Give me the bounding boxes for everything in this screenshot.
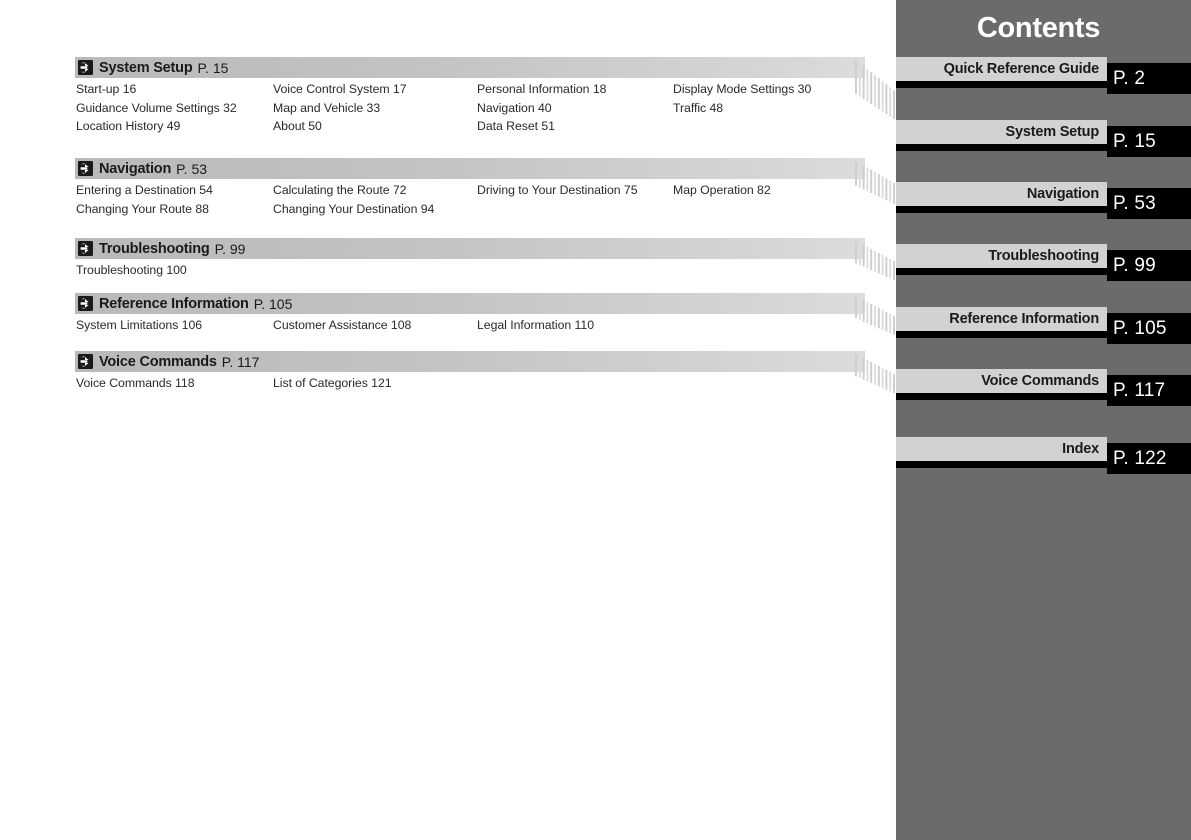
chapter-tab-sidebar: Contents Quick Reference Guide P. 2 System…	[896, 0, 1191, 840]
arrow-right-square-icon	[78, 354, 93, 369]
contents-item-link[interactable]: Driving to Your Destination 75	[477, 183, 638, 197]
contents-item-link[interactable]: Troubleshooting 100	[76, 263, 187, 277]
section-header-bar[interactable]: Voice Commands P. 117	[75, 351, 865, 372]
sidebar-tab-page-number: P. 15	[1107, 126, 1191, 157]
section-item-grid: Start-up 16 Voice Control System 17 Person…	[75, 82, 865, 138]
section-header-bar[interactable]: Navigation P. 53	[75, 158, 865, 179]
sidebar-tab-label[interactable]: System Setup	[896, 120, 1107, 144]
section-item-grid: System Limitations 106 Customer Assistanc…	[75, 318, 865, 337]
section-item-grid: Voice Commands 118 List of Categories 121	[75, 376, 865, 395]
sidebar-tab-page-number: P. 105	[1107, 313, 1191, 344]
section-page-number: P. 105	[253, 295, 293, 312]
sidebar-tab-page-number: P. 99	[1107, 250, 1191, 281]
sidebar-tab-label[interactable]: Troubleshooting	[896, 244, 1107, 268]
sidebar-tab-page-number: P. 122	[1107, 443, 1191, 474]
sidebar-tab-shadow	[896, 330, 1107, 338]
contents-item-link[interactable]: List of Categories 121	[273, 376, 392, 390]
contents-item-link[interactable]: Entering a Destination 54	[76, 183, 213, 197]
contents-item-link[interactable]: Calculating the Route 72	[273, 183, 407, 197]
contents-section: Troubleshooting P. 99 Troubleshooting 100	[75, 238, 865, 282]
contents-item-link[interactable]: Start-up 16	[76, 82, 136, 96]
contents-item-link[interactable]: Navigation 40	[477, 101, 552, 115]
contents-item-link[interactable]: Voice Commands 118	[76, 376, 195, 390]
sidebar-tab-label[interactable]: Navigation	[896, 182, 1107, 206]
contents-item-link[interactable]: About 50	[273, 119, 322, 133]
contents-item-row: System Limitations 106 Customer Assistanc…	[75, 318, 865, 337]
section-item-grid: Entering a Destination 54 Calculating the…	[75, 183, 865, 220]
arrow-right-square-icon	[78, 296, 93, 311]
section-header-bar[interactable]: Reference Information P. 105	[75, 293, 865, 314]
sidebar-tab-shadow	[896, 143, 1107, 151]
section-page-number: P. 15	[197, 59, 229, 76]
section-title: Voice Commands	[99, 353, 217, 370]
section-title: Troubleshooting	[99, 240, 210, 257]
sidebar-tab[interactable]: System Setup P. 15	[896, 120, 1191, 160]
sidebar-tab-label[interactable]: Voice Commands	[896, 369, 1107, 393]
section-header-bar[interactable]: Troubleshooting P. 99	[75, 238, 865, 259]
section-page-number: P. 53	[176, 160, 208, 177]
contents-item-link[interactable]: Guidance Volume Settings 32	[76, 101, 237, 115]
sidebar-tab[interactable]: Navigation P. 53	[896, 182, 1191, 222]
sidebar-tab-page-number: P. 2	[1107, 63, 1191, 94]
arrow-right-square-icon	[78, 60, 93, 75]
section-title: System Setup	[99, 59, 193, 76]
contents-item-row: Guidance Volume Settings 32 Map and Vehic…	[75, 101, 865, 120]
sidebar-tab-label[interactable]: Quick Reference Guide	[896, 57, 1107, 81]
sidebar-tab-shadow	[896, 205, 1107, 213]
sidebar-tab-shadow	[896, 267, 1107, 275]
sidebar-tab[interactable]: Index P. 122	[896, 437, 1191, 477]
contents-item-row: Start-up 16 Voice Control System 17 Person…	[75, 82, 865, 101]
contents-item-link[interactable]: Changing Your Destination 94	[273, 202, 434, 216]
arrow-right-square-icon	[78, 161, 93, 176]
contents-item-row: Changing Your Route 88 Changing Your Dest…	[75, 202, 865, 221]
contents-item-link[interactable]: Personal Information 18	[477, 82, 606, 96]
contents-item-link[interactable]: Map Operation 82	[673, 183, 771, 197]
contents-item-link[interactable]: Customer Assistance 108	[273, 318, 411, 332]
page-title: Contents	[976, 12, 1101, 44]
contents-section: System Setup P. 15 Start-up 16 Voice Contro…	[75, 57, 865, 138]
section-item-grid: Troubleshooting 100	[75, 263, 865, 282]
section-title: Navigation	[99, 160, 172, 177]
contents-item-row: Entering a Destination 54 Calculating the…	[75, 183, 865, 202]
sidebar-tab[interactable]: Troubleshooting P. 99	[896, 244, 1191, 284]
contents-section: Navigation P. 53 Entering a Destination 54…	[75, 158, 865, 220]
contents-section: Reference Information P. 105 System Limita…	[75, 293, 865, 337]
sidebar-tab[interactable]: Reference Information P. 105	[896, 307, 1191, 347]
contents-item-link[interactable]: Voice Control System 17	[273, 82, 407, 96]
contents-item-link[interactable]: Traffic 48	[673, 101, 723, 115]
sidebar-tab-shadow	[896, 80, 1107, 88]
contents-main-panel: System Setup P. 15 Start-up 16 Voice Contro…	[0, 0, 896, 840]
section-header-bar[interactable]: System Setup P. 15	[75, 57, 865, 78]
sidebar-tab-shadow	[896, 460, 1107, 468]
sidebar-tab-shadow	[896, 392, 1107, 400]
sidebar-tab-label[interactable]: Index	[896, 437, 1107, 461]
section-page-number: P. 99	[214, 240, 246, 257]
contents-item-link[interactable]: Display Mode Settings 30	[673, 82, 811, 96]
contents-item-link[interactable]: Map and Vehicle 33	[273, 101, 380, 115]
sidebar-tab-label[interactable]: Reference Information	[896, 307, 1107, 331]
sidebar-tab-page-number: P. 117	[1107, 375, 1191, 406]
sidebar-tab-page-number: P. 53	[1107, 188, 1191, 219]
contents-section: Voice Commands P. 117 Voice Commands 118 Li…	[75, 351, 865, 395]
section-page-number: P. 117	[221, 353, 260, 370]
contents-item-link[interactable]: Legal Information 110	[477, 318, 594, 332]
sidebar-tab[interactable]: Voice Commands P. 117	[896, 369, 1191, 409]
sidebar-tab[interactable]: Quick Reference Guide P. 2	[896, 57, 1191, 97]
contents-item-link[interactable]: System Limitations 106	[76, 318, 202, 332]
contents-item-row: Location History 49 About 50 Data Reset 51	[75, 119, 865, 138]
contents-item-link[interactable]: Changing Your Route 88	[76, 202, 209, 216]
arrow-right-square-icon	[78, 241, 93, 256]
contents-item-row: Voice Commands 118 List of Categories 121	[75, 376, 865, 395]
contents-item-row: Troubleshooting 100	[75, 263, 865, 282]
contents-item-link[interactable]: Data Reset 51	[477, 119, 555, 133]
contents-item-link[interactable]: Location History 49	[76, 119, 180, 133]
section-title: Reference Information	[99, 295, 249, 312]
